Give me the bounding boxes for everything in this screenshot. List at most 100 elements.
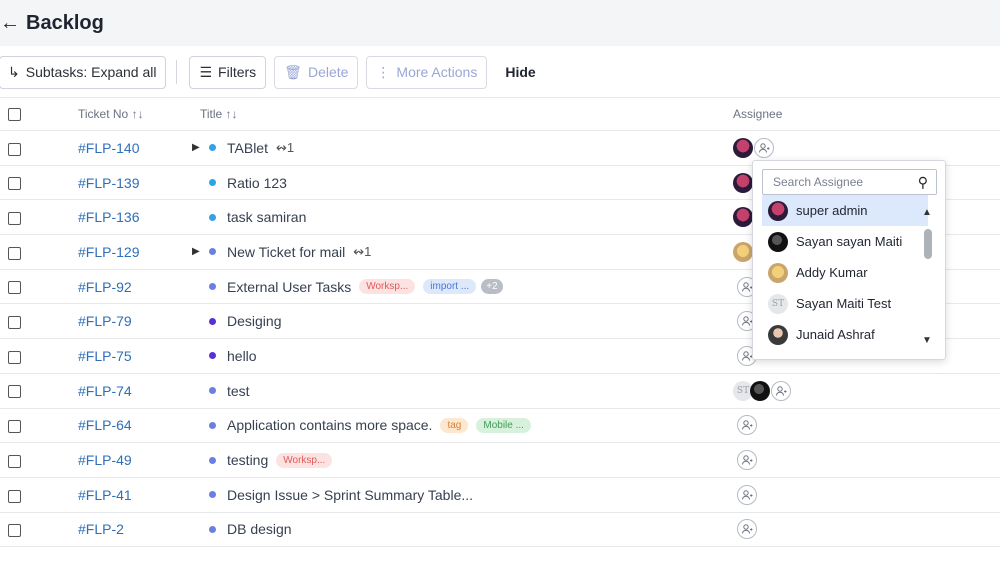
title-cell: Design Issue > Sprint Summary Table... xyxy=(200,477,733,513)
row-checkbox[interactable] xyxy=(8,212,21,226)
status-dot xyxy=(209,283,216,291)
row-checkbox-cell xyxy=(0,373,78,409)
row-checkbox[interactable] xyxy=(8,454,21,468)
table-row[interactable]: #FLP-74 test ST xyxy=(0,373,1000,409)
delete-button[interactable]: 🗑 Delete xyxy=(274,55,359,89)
scrollbar-thumb[interactable] xyxy=(924,229,932,259)
subtask-icon: ↳ xyxy=(8,63,20,80)
add-assignee-icon[interactable] xyxy=(737,450,757,471)
table-row[interactable]: #FLP-2 DB design xyxy=(0,512,1000,548)
ticket-number-cell: #FLP-2 xyxy=(78,512,200,548)
ticket-number-link[interactable]: #FLP-2 xyxy=(78,521,124,537)
table-row[interactable]: #FLP-41 Design Issue > Sprint Summary Ta… xyxy=(0,477,1000,513)
select-all-cell xyxy=(0,97,78,131)
ticket-title[interactable]: External User Tasks xyxy=(227,279,351,295)
ticket-number-link[interactable]: #FLP-140 xyxy=(78,140,139,156)
search-assignee-input[interactable]: Search Assignee ⚲ xyxy=(762,169,937,195)
ticket-title[interactable]: New Ticket for mail xyxy=(227,244,345,260)
filter-icon: ☰ xyxy=(199,63,213,80)
table-row[interactable]: #FLP-64 Application contains more space.… xyxy=(0,408,1000,444)
ticket-title[interactable]: TABlet xyxy=(227,140,268,156)
row-checkbox[interactable] xyxy=(8,142,21,156)
scroll-up-arrow-icon[interactable]: ▲ xyxy=(922,207,932,218)
row-checkbox[interactable] xyxy=(8,489,21,503)
row-checkbox[interactable] xyxy=(8,281,21,295)
avatar xyxy=(768,324,788,345)
subtask-count-value: 1 xyxy=(286,139,295,155)
label-tag: Worksp... xyxy=(359,279,416,295)
vertical-dots-icon: ⋮ xyxy=(376,63,391,80)
title-cell: External User Tasks Worksp... import ... +… xyxy=(200,269,733,305)
ticket-title[interactable]: hello xyxy=(227,348,257,364)
ticket-title[interactable]: Ratio 123 xyxy=(227,175,287,191)
ticket-number-link[interactable]: #FLP-92 xyxy=(78,279,132,295)
back-arrow-icon[interactable]: ← xyxy=(0,13,20,33)
page-title: Backlog xyxy=(26,11,104,34)
ticket-number-link[interactable]: #FLP-75 xyxy=(78,348,132,364)
status-dot xyxy=(209,456,216,464)
assignee-cell xyxy=(733,477,1000,513)
row-checkbox[interactable] xyxy=(8,420,21,434)
expand-caret-icon[interactable]: ▶ xyxy=(192,142,206,153)
subtask-icon: ↭ xyxy=(353,243,365,259)
row-checkbox-cell xyxy=(0,303,78,340)
ticket-title[interactable]: Desiging xyxy=(227,313,281,329)
avatar xyxy=(768,231,788,252)
title-header[interactable]: Title ↑↓ xyxy=(200,97,733,131)
assignee-option[interactable]: Addy Kumar xyxy=(762,257,928,288)
scroll-down-arrow-icon[interactable]: ▼ xyxy=(922,335,932,346)
status-dot xyxy=(209,525,216,533)
ticket-title[interactable]: testing xyxy=(227,452,268,468)
ticket-no-header[interactable]: Ticket No ↑↓ xyxy=(78,97,200,131)
assignee-header: Assignee xyxy=(733,97,1000,131)
add-assignee-icon[interactable] xyxy=(771,380,791,401)
row-checkbox[interactable] xyxy=(8,385,21,399)
table-row[interactable]: #FLP-49 testing Worksp... xyxy=(0,442,1000,478)
ticket-title[interactable]: Design Issue > Sprint Summary Table... xyxy=(227,487,473,503)
add-assignee-icon[interactable] xyxy=(754,137,774,158)
title-cell: test xyxy=(200,373,733,409)
ticket-title[interactable]: Application contains more space. xyxy=(227,417,432,433)
add-assignee-icon[interactable] xyxy=(737,415,757,436)
ticket-title[interactable]: task samiran xyxy=(227,209,306,225)
row-checkbox[interactable] xyxy=(8,177,21,191)
page-header: ← Backlog xyxy=(0,0,1000,46)
ticket-number-link[interactable]: #FLP-49 xyxy=(78,452,132,468)
ticket-number-link[interactable]: #FLP-41 xyxy=(78,487,132,503)
label-tag: tag xyxy=(440,417,469,433)
ticket-title[interactable]: test xyxy=(227,383,250,399)
row-checkbox[interactable] xyxy=(8,350,21,364)
row-checkbox[interactable] xyxy=(8,316,21,330)
select-all-checkbox[interactable] xyxy=(8,108,21,122)
ticket-number-link[interactable]: #FLP-79 xyxy=(78,313,132,329)
ticket-number-link[interactable]: #FLP-129 xyxy=(78,244,139,260)
ticket-number-link[interactable]: #FLP-64 xyxy=(78,417,132,433)
ticket-number-cell: #FLP-41 xyxy=(78,477,200,513)
hide-button[interactable]: Hide xyxy=(505,64,535,80)
add-assignee-icon[interactable] xyxy=(737,484,757,505)
row-checkbox-cell xyxy=(0,442,78,478)
assignee-option[interactable]: Junaid Ashraf xyxy=(762,319,928,350)
search-icon: ⚲ xyxy=(917,174,928,190)
subtasks-expand-button[interactable]: ↳ Subtasks: Expand all xyxy=(0,55,167,89)
row-checkbox[interactable] xyxy=(8,246,21,260)
ticket-number-link[interactable]: #FLP-74 xyxy=(78,383,132,399)
avatar xyxy=(768,262,788,283)
ticket-number-link[interactable]: #FLP-136 xyxy=(78,209,139,225)
expand-caret-icon[interactable]: ▶ xyxy=(192,246,206,257)
subtask-count: ↭1 xyxy=(353,244,371,260)
ticket-number-link[interactable]: #FLP-139 xyxy=(78,175,139,191)
avatar xyxy=(750,380,770,401)
ticket-number-cell: #FLP-139 xyxy=(78,165,200,201)
dropdown-scrollbar[interactable]: ▲ ▼ xyxy=(921,201,935,351)
add-assignee-icon[interactable] xyxy=(737,519,757,540)
assignee-option[interactable]: ST Sayan Maiti Test xyxy=(762,288,928,319)
assignee-cell xyxy=(733,408,1000,444)
assignee-option[interactable]: super admin xyxy=(762,195,928,226)
more-actions-button[interactable]: ⋮ More Actions xyxy=(366,55,488,89)
filters-button[interactable]: ☰ Filters xyxy=(189,55,267,89)
assignee-option[interactable]: Sayan sayan Maiti xyxy=(762,226,928,257)
ticket-title[interactable]: DB design xyxy=(227,521,292,537)
row-checkbox[interactable] xyxy=(8,524,21,538)
subtask-count-value: 1 xyxy=(364,243,372,259)
